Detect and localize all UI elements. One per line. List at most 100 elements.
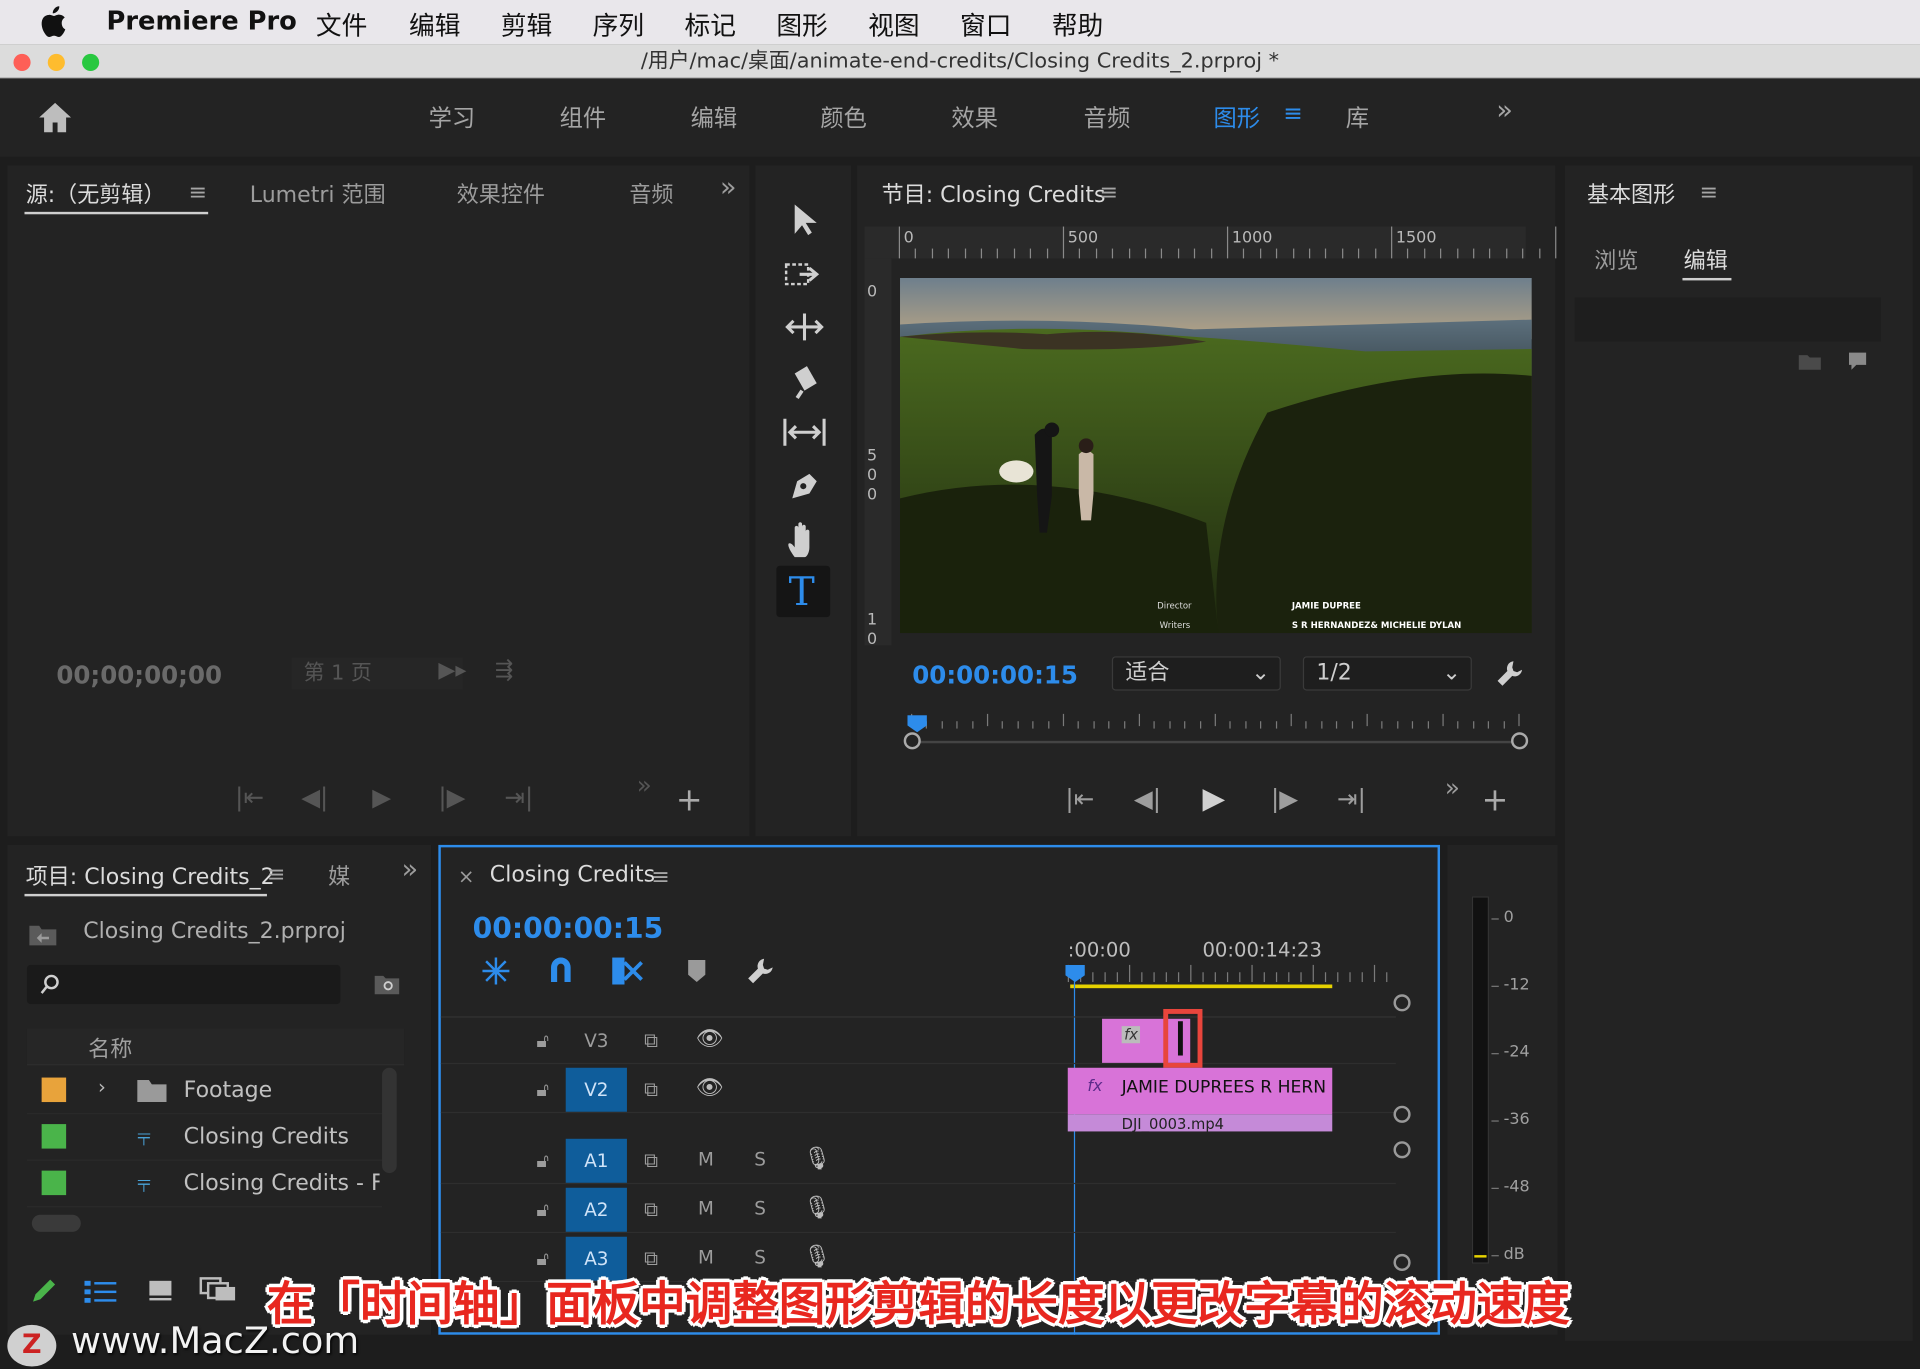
lock-icon[interactable]: 🔓︎ bbox=[536, 1029, 549, 1053]
minimize-window-button[interactable] bbox=[47, 53, 65, 72]
tab-edit[interactable]: 编辑 bbox=[1684, 244, 1728, 276]
menu-graphics[interactable]: 图形 bbox=[776, 6, 827, 43]
pencil-icon[interactable] bbox=[29, 1276, 58, 1305]
tab-media[interactable]: 媒 bbox=[328, 860, 350, 892]
home-icon[interactable] bbox=[37, 100, 74, 134]
timeline-title[interactable]: Closing Credits bbox=[490, 862, 655, 888]
workspace-libraries[interactable]: 库 bbox=[1346, 100, 1369, 133]
add-button-icon[interactable]: + bbox=[1482, 782, 1509, 819]
label-color-swatch[interactable] bbox=[41, 1124, 67, 1149]
linked-selection-icon[interactable] bbox=[610, 955, 644, 987]
solo-button[interactable]: S bbox=[754, 1149, 766, 1171]
sync-lock-icon[interactable]: ⧉ bbox=[644, 1029, 658, 1053]
folder-icon[interactable] bbox=[1798, 351, 1822, 371]
search-input[interactable] bbox=[26, 964, 341, 1005]
more-tabs-icon[interactable]: » bbox=[720, 173, 736, 204]
menu-clip[interactable]: 剪辑 bbox=[501, 6, 552, 43]
program-menu-icon[interactable]: ≡ bbox=[1100, 180, 1118, 206]
chevron-right-icon[interactable]: › bbox=[98, 1075, 106, 1098]
trim-handle-highlight[interactable] bbox=[1163, 1008, 1203, 1068]
zoom-handle[interactable] bbox=[1393, 994, 1411, 1012]
out-handle[interactable] bbox=[1511, 732, 1529, 750]
track-target-a1[interactable]: A1 bbox=[565, 1138, 627, 1183]
page-select[interactable]: 第 1 页 bbox=[291, 657, 463, 690]
menu-view[interactable]: 视图 bbox=[868, 6, 919, 43]
solo-button[interactable]: S bbox=[754, 1198, 766, 1220]
list-item[interactable]: › Footage bbox=[26, 1068, 383, 1115]
wrench-icon[interactable] bbox=[1494, 658, 1526, 690]
workspace-color[interactable]: 颜色 bbox=[820, 100, 867, 133]
source-timecode[interactable]: 00;00;00;00 bbox=[56, 660, 222, 689]
step-forward-icon[interactable]: |▶ bbox=[438, 782, 465, 811]
play-icon[interactable]: ▶ bbox=[372, 782, 391, 811]
microphone-icon[interactable]: 🎙︎ bbox=[803, 1195, 831, 1221]
insert-clip-icon[interactable]: ▶▸ bbox=[438, 658, 466, 684]
tab-audio[interactable]: 音频 bbox=[629, 178, 678, 210]
list-view-icon[interactable] bbox=[83, 1278, 117, 1303]
menu-window[interactable]: 窗口 bbox=[960, 6, 1011, 43]
overwrite-clip-icon[interactable]: ⇶ bbox=[495, 658, 513, 684]
type-tool-button[interactable]: T bbox=[776, 565, 831, 618]
horizontal-scrollbar[interactable] bbox=[31, 1214, 81, 1232]
step-back-icon[interactable]: ◀| bbox=[1134, 784, 1161, 813]
workspace-menu-icon[interactable]: ≡ bbox=[1283, 100, 1302, 127]
selection-tool-icon[interactable] bbox=[790, 202, 819, 236]
project-title[interactable]: 项目: Closing Credits_2 bbox=[26, 860, 275, 892]
apple-icon[interactable] bbox=[39, 6, 66, 38]
fit-dropdown[interactable]: 适合 ⌄ bbox=[1111, 656, 1281, 691]
essential-graphics-title[interactable]: 基本图形 bbox=[1587, 178, 1675, 210]
program-video-frame[interactable]: Director Writers JAMIE DUPREE S R HERNAN… bbox=[900, 277, 1532, 634]
sync-lock-icon[interactable]: ⧉ bbox=[644, 1078, 658, 1102]
lock-icon[interactable]: 🔓︎ bbox=[536, 1078, 549, 1102]
eye-icon[interactable]: 👁︎ bbox=[696, 1075, 724, 1101]
microphone-icon[interactable]: 🎙︎ bbox=[803, 1146, 831, 1172]
track-target-a2[interactable]: A2 bbox=[565, 1187, 627, 1232]
track-select-tool-icon[interactable] bbox=[782, 258, 826, 292]
pen-tool-icon[interactable] bbox=[785, 467, 824, 506]
essential-graphics-menu-icon[interactable]: ≡ bbox=[1700, 180, 1718, 206]
snap-magnet-icon[interactable] bbox=[546, 955, 575, 984]
program-title[interactable]: 节目: Closing Credits bbox=[882, 178, 1106, 210]
more-tabs-icon[interactable]: » bbox=[402, 855, 418, 886]
menu-help[interactable]: 帮助 bbox=[1052, 6, 1103, 43]
tab-source[interactable]: 源:（无剪辑） bbox=[26, 178, 166, 210]
work-area-bar[interactable] bbox=[1070, 984, 1333, 989]
playhead[interactable] bbox=[907, 715, 927, 733]
track-target-v2[interactable]: V2 bbox=[565, 1067, 627, 1112]
app-menu[interactable]: Premiere Pro bbox=[107, 6, 297, 35]
project-menu-icon[interactable]: ≡ bbox=[267, 862, 285, 888]
tab-lumetri-scopes[interactable]: Lumetri 范围 bbox=[250, 178, 386, 210]
workspace-audio[interactable]: 音频 bbox=[1084, 100, 1131, 133]
workspace-editing[interactable]: 编辑 bbox=[691, 100, 738, 133]
sync-lock-icon[interactable]: ⧉ bbox=[644, 1198, 658, 1222]
list-item[interactable]: ⫧ Closing Credits bbox=[26, 1114, 383, 1161]
freeform-view-icon[interactable] bbox=[198, 1276, 237, 1303]
tab-effect-controls[interactable]: 效果控件 bbox=[457, 178, 545, 210]
find-bin-icon[interactable] bbox=[372, 972, 401, 996]
new-layer-icon[interactable] bbox=[1847, 350, 1869, 372]
icon-view-icon[interactable] bbox=[147, 1278, 174, 1302]
workspace-graphics[interactable]: 图形 bbox=[1213, 100, 1260, 133]
add-button-icon[interactable]: + bbox=[676, 782, 703, 819]
go-to-out-icon[interactable]: ⇥| bbox=[1337, 784, 1366, 813]
timeline-timecode[interactable]: 00:00:00:15 bbox=[473, 913, 664, 945]
step-back-icon[interactable]: ◀| bbox=[301, 782, 328, 811]
video-scroll-handle[interactable] bbox=[1393, 1105, 1411, 1123]
label-color-swatch[interactable] bbox=[41, 1077, 67, 1103]
more-controls-icon[interactable]: » bbox=[637, 770, 652, 799]
list-item[interactable]: ⫧ Closing Credits - Fina bbox=[26, 1161, 383, 1208]
workspace-assembly[interactable]: 组件 bbox=[560, 100, 607, 133]
mute-button[interactable]: M bbox=[698, 1198, 714, 1220]
play-icon[interactable]: ▶ bbox=[1202, 781, 1225, 815]
marker-icon[interactable] bbox=[686, 958, 708, 985]
program-scrubber[interactable] bbox=[903, 704, 1529, 753]
menu-edit[interactable]: 编辑 bbox=[409, 6, 460, 43]
label-color-swatch[interactable] bbox=[41, 1170, 67, 1196]
timeline-wrench-icon[interactable] bbox=[744, 955, 776, 987]
vertical-scrollbar[interactable] bbox=[382, 1067, 397, 1174]
ripple-edit-tool-icon[interactable] bbox=[782, 310, 826, 344]
workspace-effects[interactable]: 效果 bbox=[951, 100, 998, 133]
track-target-v3[interactable]: V3 bbox=[566, 1019, 627, 1063]
graphic-clip-v2[interactable]: fx JAMIE DUPREES R HERN bbox=[1067, 1067, 1333, 1115]
tab-browse[interactable]: 浏览 bbox=[1594, 244, 1638, 276]
